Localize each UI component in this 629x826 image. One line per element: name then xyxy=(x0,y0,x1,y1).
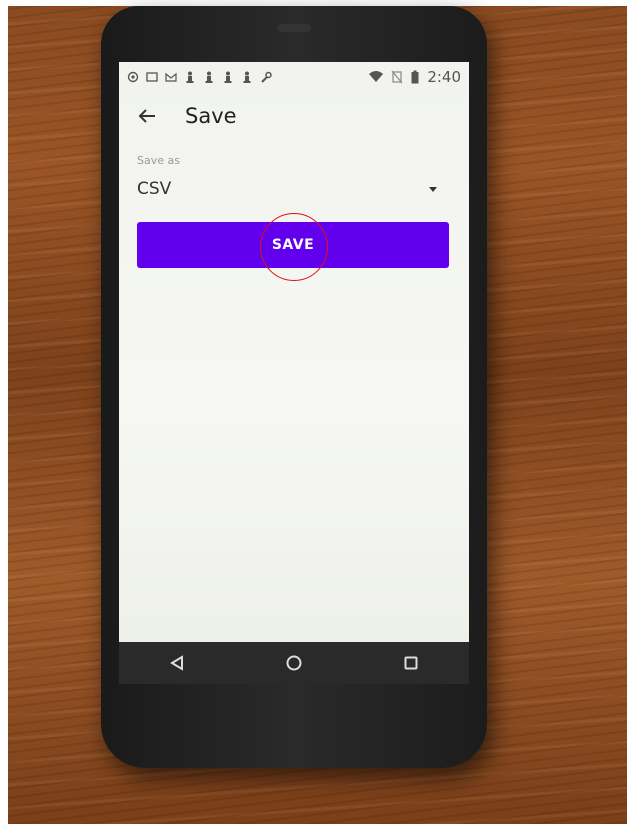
arrow-back-icon[interactable] xyxy=(135,104,159,128)
cast-icon xyxy=(146,72,158,82)
recents-square-icon xyxy=(404,656,418,670)
app-bar: Save xyxy=(119,92,469,140)
wrench-icon xyxy=(261,71,272,83)
chess-pawn-icon xyxy=(205,71,213,83)
highlight-circle xyxy=(260,213,328,281)
home-circle-icon xyxy=(286,655,302,671)
chess-pawn-icon xyxy=(224,71,232,83)
status-bar: 2:40 xyxy=(119,62,469,92)
wifi-icon xyxy=(369,71,384,82)
system-icons: 2:40 xyxy=(369,68,469,86)
chess-pawn-icon xyxy=(243,71,251,83)
navigation-bar xyxy=(119,642,469,684)
earpiece-speaker xyxy=(277,24,311,32)
phone-screen: 2:40 Save Save as CSV SAVE xyxy=(119,62,469,642)
photo-border-left xyxy=(0,0,8,826)
page-title: Save xyxy=(185,104,237,128)
save-as-label: Save as xyxy=(137,154,180,167)
format-dropdown[interactable]: CSV xyxy=(137,174,447,204)
nav-home-button[interactable] xyxy=(279,648,309,678)
nav-back-button[interactable] xyxy=(162,648,192,678)
back-triangle-icon xyxy=(170,655,184,671)
status-time: 2:40 xyxy=(427,68,461,86)
chess-pawn-icon xyxy=(186,71,194,83)
gmail-icon xyxy=(165,72,177,82)
nav-recents-button[interactable] xyxy=(396,648,426,678)
format-value: CSV xyxy=(137,179,172,199)
no-sim-icon xyxy=(391,70,403,84)
at-icon xyxy=(127,71,139,83)
dropdown-arrow-icon xyxy=(429,186,437,192)
notification-icons xyxy=(119,70,272,84)
battery-icon xyxy=(411,70,419,84)
